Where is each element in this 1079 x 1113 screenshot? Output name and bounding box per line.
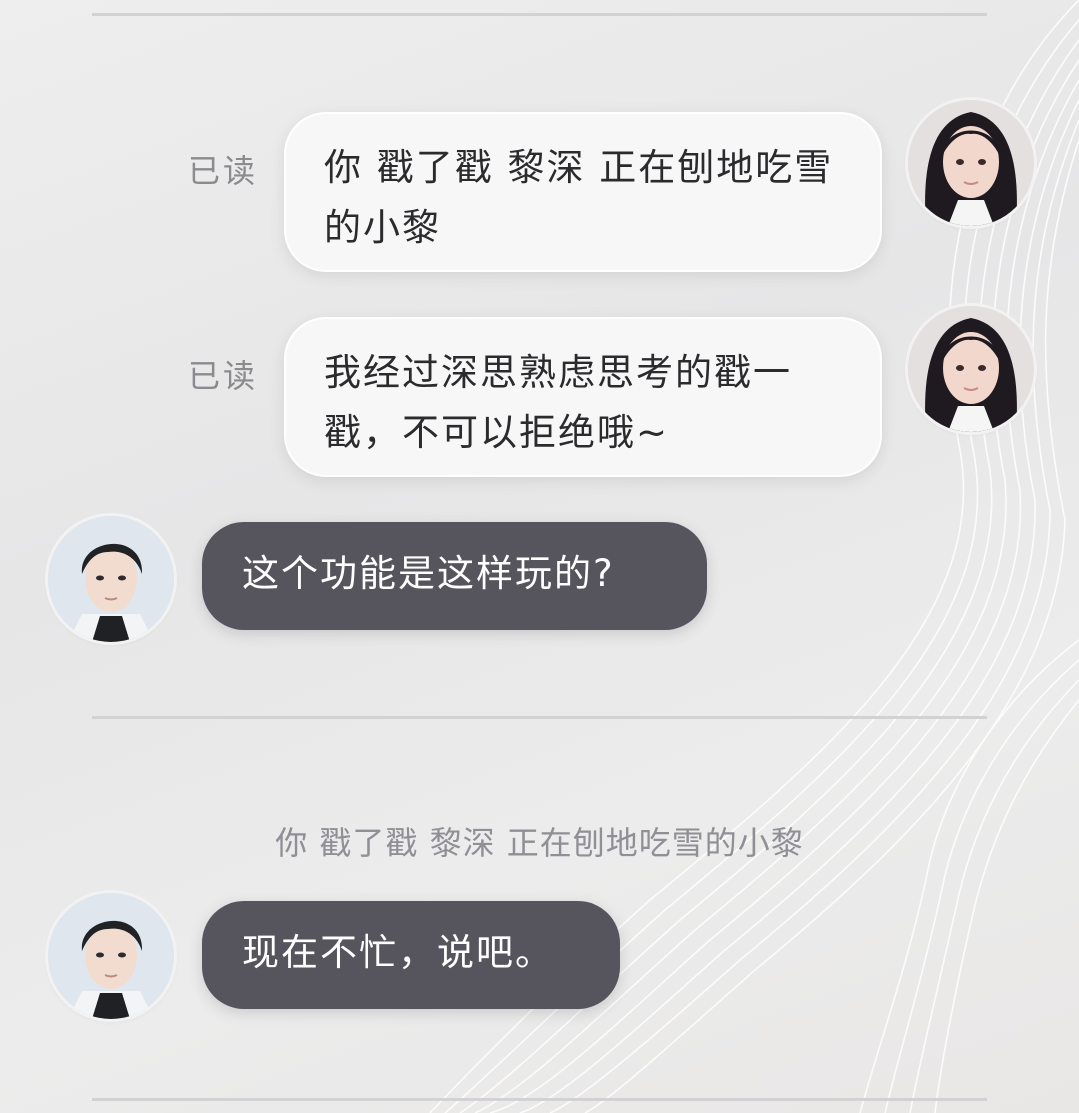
male-avatar-icon (48, 516, 174, 642)
incoming-message-bubble[interactable]: 现在不忙，说吧。 (202, 901, 620, 1009)
contact-avatar[interactable] (48, 516, 174, 642)
outgoing-message-bubble[interactable]: 我经过深思熟虑思考的戳一戳，不可以拒绝哦~ (284, 317, 882, 477)
section-divider (92, 716, 987, 719)
female-avatar-icon (908, 306, 1034, 432)
read-status-label: 已读 (188, 152, 259, 190)
female-avatar-icon (908, 100, 1034, 226)
top-divider (92, 13, 987, 16)
read-status-label: 已读 (188, 357, 259, 395)
self-avatar[interactable] (908, 306, 1034, 432)
male-avatar-icon (48, 893, 174, 1019)
incoming-message-bubble[interactable]: 这个功能是这样玩的? (202, 522, 707, 630)
outgoing-message-bubble[interactable]: 你 戳了戳 黎深 正在刨地吃雪的小黎 (284, 112, 882, 272)
bottom-divider (92, 1098, 987, 1101)
self-avatar[interactable] (908, 100, 1034, 226)
contact-avatar[interactable] (48, 893, 174, 1019)
poke-system-notice: 你 戳了戳 黎深 正在刨地吃雪的小黎 (275, 824, 804, 862)
